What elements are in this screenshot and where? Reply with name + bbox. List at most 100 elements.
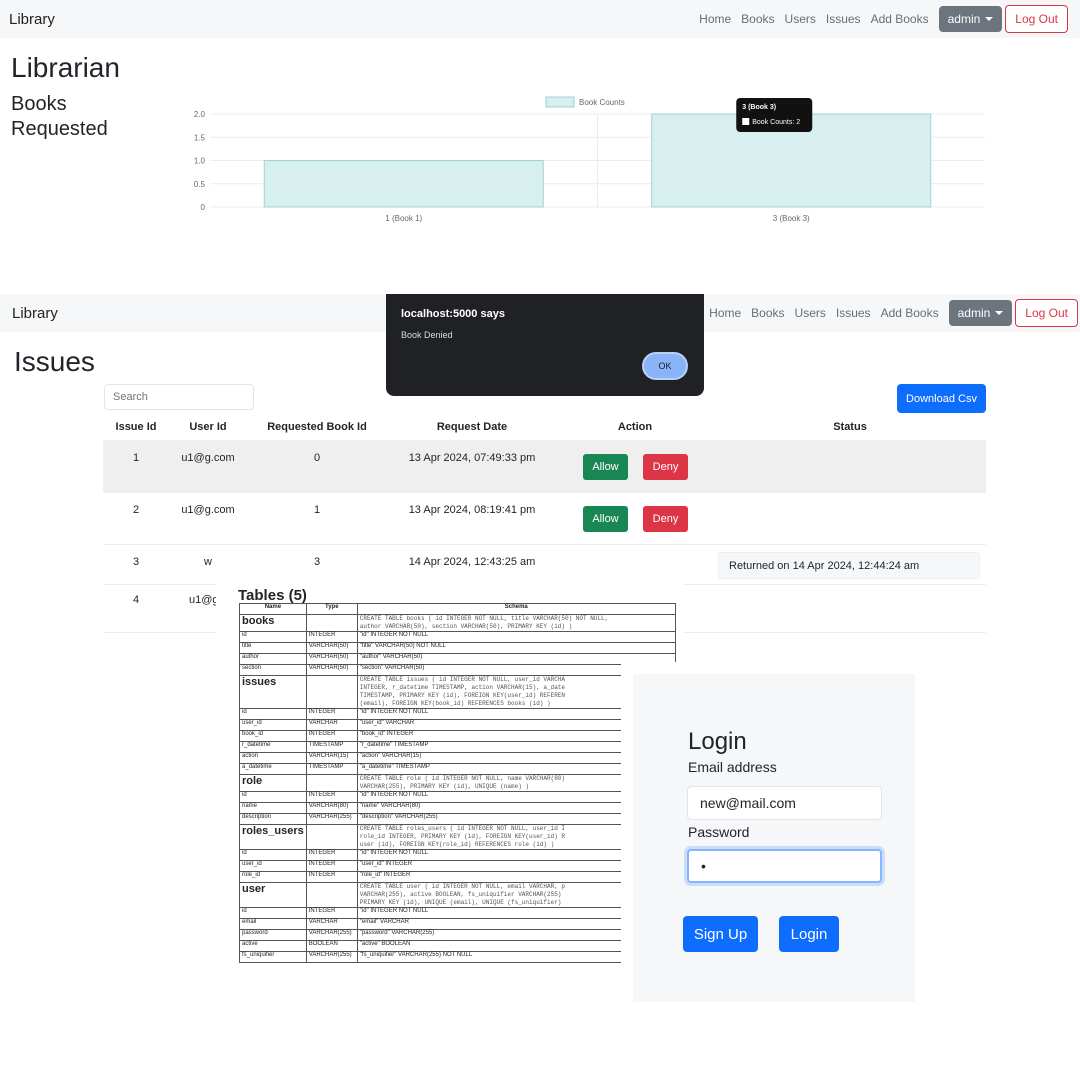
nav-issues[interactable]: Issues xyxy=(836,306,871,320)
column-type: VARCHAR(80) xyxy=(305,802,358,814)
column-row: id INTEGER "id" INTEGER NOT NULL xyxy=(239,907,676,919)
column-name: description xyxy=(239,813,307,825)
dialog-message: Book Denied xyxy=(401,330,453,340)
admin-dropdown[interactable]: admin xyxy=(948,300,1013,326)
schema-table: Name Type Schema books CREATE TABLE books… xyxy=(239,603,676,963)
column-name: title xyxy=(239,642,307,654)
signup-button[interactable]: Sign Up xyxy=(683,916,758,952)
column-name: email xyxy=(239,918,307,930)
table-type xyxy=(305,824,358,850)
legend-swatch xyxy=(545,96,575,108)
navbar-brand[interactable]: Library xyxy=(12,305,58,322)
header-action: Action xyxy=(617,421,653,433)
login-button[interactable]: Login xyxy=(779,916,839,952)
issue-id-cell: 4 xyxy=(132,594,140,606)
deny-button[interactable]: Deny xyxy=(643,454,688,480)
admin-label: admin xyxy=(957,306,991,320)
column-schema: "title" VARCHAR(50) NOT NULL xyxy=(356,642,676,654)
column-type: VARCHAR(50) xyxy=(305,653,358,665)
table-type xyxy=(305,675,358,709)
password-field[interactable]: • xyxy=(687,849,882,883)
column-schema: "id" INTEGER NOT NULL xyxy=(356,631,676,643)
nav-books[interactable]: Books xyxy=(751,306,784,320)
download-csv-button[interactable]: Download Csv xyxy=(897,384,986,413)
admin-label: admin xyxy=(947,12,981,26)
librarian-panel: Library Home Books Users Issues Add Book… xyxy=(0,0,1080,280)
column-row: active BOOLEAN "active" BOOLEAN xyxy=(239,940,676,952)
nav-users[interactable]: Users xyxy=(785,12,816,26)
column-type: VARCHAR(255) xyxy=(305,929,358,941)
column-row: user_id VARCHAR "user_id" VARCHAR xyxy=(239,719,676,731)
header-request-date: Request Date xyxy=(436,421,508,433)
dialog-title: localhost:5000 says xyxy=(401,308,505,320)
column-name: id xyxy=(239,907,307,919)
nav-add-books[interactable]: Add Books xyxy=(871,12,929,26)
allow-button[interactable]: Allow xyxy=(583,454,628,480)
issue-id-cell: 1 xyxy=(132,452,140,464)
column-row: action VARCHAR(15) "action" VARCHAR(15) xyxy=(239,752,676,764)
allow-button[interactable]: Allow xyxy=(583,506,628,532)
column-name: id xyxy=(239,708,307,720)
column-name: fs_uniquifier xyxy=(239,951,307,963)
nav-books[interactable]: Books xyxy=(741,12,774,26)
column-type: VARCHAR(50) xyxy=(305,664,358,676)
issue-id-cell: 2 xyxy=(132,504,140,516)
deny-button[interactable]: Deny xyxy=(643,506,688,532)
navbar-brand[interactable]: Library xyxy=(9,11,55,28)
column-type: INTEGER xyxy=(305,791,358,803)
login-title: Login xyxy=(688,728,747,755)
table-name: user xyxy=(239,882,307,908)
column-name: section xyxy=(239,664,307,676)
column-row: book_id INTEGER "book_id" INTEGER xyxy=(239,730,676,742)
bar xyxy=(263,160,544,208)
search-input[interactable] xyxy=(104,384,254,410)
logout-button[interactable]: Log Out xyxy=(1005,5,1068,33)
column-type: INTEGER xyxy=(305,849,358,861)
schema-line: CREATE TABLE books ( id INTEGER NOT NULL… xyxy=(359,615,609,622)
books-requested-chart: 0 0.5 1.0 1.5 2.0 1 (Book 1) 3 (Book 3) Book Co… xyxy=(194,96,985,223)
table-name: books xyxy=(239,614,307,632)
y-tick-label: 1.5 xyxy=(194,133,206,142)
column-name: user_id xyxy=(239,860,307,872)
tooltip-swatch xyxy=(742,118,750,125)
column-name: user_id xyxy=(239,719,307,731)
column-type: VARCHAR xyxy=(305,719,358,731)
table-type xyxy=(305,614,358,632)
logout-button[interactable]: Log Out xyxy=(1015,299,1078,327)
nav-issues[interactable]: Issues xyxy=(826,12,861,26)
column-type: INTEGER xyxy=(305,907,358,919)
user-id-cell: u1@g.com xyxy=(181,452,235,464)
column-type: INTEGER xyxy=(305,631,358,643)
column-name: active xyxy=(239,940,307,952)
column-row: name VARCHAR(80) "name" VARCHAR(80) xyxy=(239,802,676,814)
column-row: id INTEGER "id" INTEGER NOT NULL xyxy=(239,631,676,643)
column-row: section VARCHAR(50) "section" VARCHAR(50) xyxy=(239,664,676,676)
nav-home[interactable]: Home xyxy=(709,306,741,320)
column-type: VARCHAR(50) xyxy=(305,642,358,654)
email-field[interactable]: new@mail.com xyxy=(687,786,882,820)
table-row: 1 u1@g.com 0 13 Apr 2024, 07:49:33 pm Al… xyxy=(103,440,986,493)
nav-add-books[interactable]: Add Books xyxy=(881,306,939,320)
header-user-id: User Id xyxy=(189,421,227,433)
x-tick-label: 3 (Book 3) xyxy=(773,214,810,223)
nav-home[interactable]: Home xyxy=(699,12,731,26)
caret-down-icon xyxy=(995,311,1004,315)
nav-users[interactable]: Users xyxy=(795,306,826,320)
column-name: author xyxy=(239,653,307,665)
book-id-cell: 0 xyxy=(313,452,321,464)
column-name: book_id xyxy=(239,730,307,742)
section-title-line2: Requested xyxy=(11,118,108,140)
x-tick-label: 1 (Book 1) xyxy=(385,214,422,223)
request-date-cell: 14 Apr 2024, 12:43:25 am xyxy=(408,556,536,568)
tables-panel: Tables (5) Name Type Schema books CREATE … xyxy=(216,580,683,1040)
section-title-line1: Books xyxy=(11,93,67,115)
table-row: 3 w 3 14 Apr 2024, 12:43:25 am Returned … xyxy=(103,544,986,585)
dialog-ok-button[interactable]: OK xyxy=(642,352,688,380)
table-schema: CREATE TABLE books ( id INTEGER NOT NULL… xyxy=(356,614,676,632)
request-date-cell: 13 Apr 2024, 07:49:33 pm xyxy=(408,452,536,464)
admin-dropdown[interactable]: admin xyxy=(938,6,1003,32)
table-name: role xyxy=(239,774,307,792)
column-row: role_id INTEGER "role_id" INTEGER xyxy=(239,871,676,883)
column-name: id xyxy=(239,791,307,803)
legend-label: Book Counts xyxy=(579,98,625,107)
